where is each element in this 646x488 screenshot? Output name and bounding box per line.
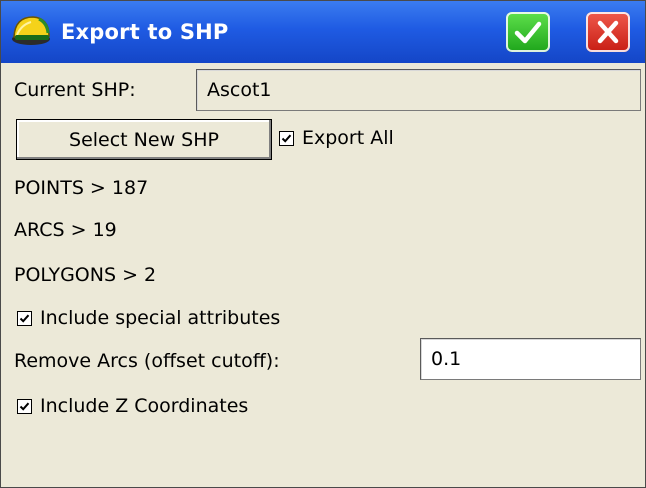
ok-button[interactable] xyxy=(506,12,550,52)
polygons-count: POLYGONS > 2 xyxy=(14,264,157,286)
close-button[interactable] xyxy=(586,12,630,52)
include-special-checkbox[interactable] xyxy=(17,310,32,326)
export-all-label: Export All xyxy=(302,127,394,149)
export-all-checkbox[interactable] xyxy=(279,130,294,146)
remove-arcs-label: Remove Arcs (offset cutoff): xyxy=(14,350,280,372)
app-helmet-icon xyxy=(9,9,53,53)
checkbox-check-icon xyxy=(19,402,30,411)
checkmark-icon xyxy=(514,21,542,44)
include-z-label: Include Z Coordinates xyxy=(40,395,249,417)
current-shp-label: Current SHP: xyxy=(14,79,136,101)
export-all-checkbox-row[interactable]: Export All xyxy=(279,127,394,149)
title-bar: Export to SHP xyxy=(1,1,645,63)
close-icon xyxy=(597,20,619,44)
include-special-label: Include special attributes xyxy=(40,307,281,329)
window-title: Export to SHP xyxy=(61,20,229,44)
arcs-count: ARCS > 19 xyxy=(14,219,117,241)
select-new-shp-button[interactable]: Select New SHP xyxy=(16,119,272,160)
points-count: POINTS > 187 xyxy=(14,177,149,199)
include-z-checkbox-row[interactable]: Include Z Coordinates xyxy=(17,395,248,417)
include-special-checkbox-row[interactable]: Include special attributes xyxy=(17,307,280,329)
checkbox-check-icon xyxy=(281,134,292,143)
current-shp-field: Ascot1 xyxy=(196,69,641,111)
export-dialog: Export to SHP Current SHP: Ascot1 Select… xyxy=(0,0,646,488)
checkbox-check-icon xyxy=(19,314,30,323)
offset-cutoff-input[interactable]: 0.1 xyxy=(420,338,641,380)
include-z-checkbox[interactable] xyxy=(17,398,32,414)
